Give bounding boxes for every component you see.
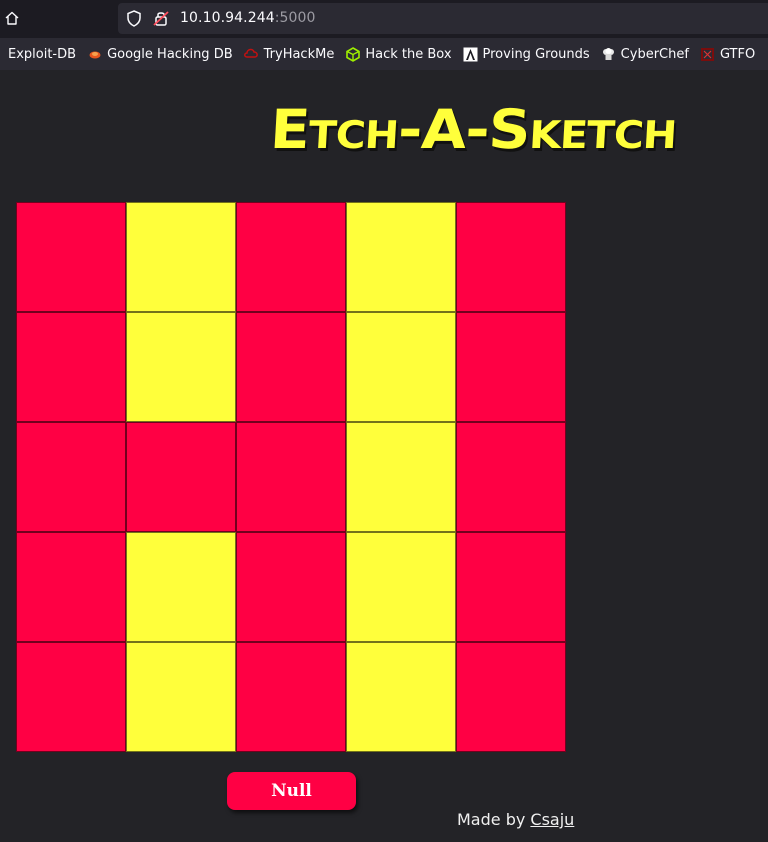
grid-cell[interactable] — [16, 532, 126, 642]
grid-cell[interactable] — [346, 532, 456, 642]
grid-cell[interactable] — [346, 642, 456, 752]
grid-cell[interactable] — [126, 532, 236, 642]
bookmark-proving-grounds[interactable]: Proving Grounds — [463, 38, 590, 70]
grid-cell[interactable] — [236, 202, 346, 312]
grid-cell[interactable] — [16, 422, 126, 532]
bookmark-label: Proving Grounds — [482, 46, 590, 62]
grid-cell[interactable] — [126, 422, 236, 532]
bookmark-label: Google Hacking DB — [107, 46, 233, 62]
tryhackme-icon — [243, 47, 259, 62]
bookmark-label: CyberChef — [620, 46, 689, 62]
grid-cell[interactable] — [456, 202, 566, 312]
bookmark-cyberchef[interactable]: CyberChef — [601, 38, 689, 70]
grid-cell[interactable] — [236, 642, 346, 752]
grid-cell[interactable] — [126, 642, 236, 752]
bookmark-hack-the-box[interactable]: Hack the Box — [345, 38, 452, 70]
url-text[interactable]: 10.10.94.244:5000 — [180, 3, 316, 34]
page-content: Etch-A-Sketch Null Made by Csaju — [0, 70, 768, 842]
grid-cell[interactable] — [456, 532, 566, 642]
bookmark-google-hacking-db[interactable]: Google Hacking DB — [87, 38, 233, 70]
grid-cell[interactable] — [346, 312, 456, 422]
page-title: Etch-A-Sketch — [268, 98, 679, 161]
home-icon — [5, 11, 19, 25]
tracking-protection-shield-icon[interactable] — [125, 9, 143, 28]
grid-cell[interactable] — [456, 312, 566, 422]
bookmark-label: GTFO — [719, 46, 756, 62]
cyberchef-icon — [601, 47, 616, 62]
author-link[interactable]: Csaju — [530, 810, 574, 829]
browser-toolbar: 10.10.94.244:5000 — [0, 0, 768, 38]
null-button[interactable]: Null — [227, 772, 356, 810]
grid-cell[interactable] — [16, 202, 126, 312]
address-bar[interactable]: 10.10.94.244:5000 — [118, 3, 768, 34]
ghdb-icon — [87, 47, 102, 62]
bookmark-label: Exploit-DB — [8, 46, 77, 62]
bookmark-tryhackme[interactable]: TryHackMe — [243, 38, 335, 70]
grid-cell[interactable] — [126, 202, 236, 312]
gtfobins-icon — [700, 47, 715, 62]
grid-cell[interactable] — [346, 422, 456, 532]
bookmark-label: Hack the Box — [365, 46, 452, 62]
hackthebox-icon — [345, 46, 360, 62]
grid-cell[interactable] — [126, 312, 236, 422]
insecure-lock-icon[interactable] — [152, 9, 170, 28]
grid-cell[interactable] — [236, 422, 346, 532]
url-host: 10.10.94.244 — [180, 10, 275, 26]
proving-grounds-icon — [463, 47, 478, 62]
grid-cell[interactable] — [16, 642, 126, 752]
bookmark-label: TryHackMe — [263, 46, 335, 62]
grid-cell[interactable] — [346, 202, 456, 312]
bookmarks-toolbar: Exploit-DB Google Hacking DB TryHackMe H… — [0, 38, 768, 70]
credit-footer: Made by Csaju — [457, 810, 574, 829]
bookmark-gtfobins[interactable]: GTFO — [700, 38, 755, 70]
grid-cell[interactable] — [456, 422, 566, 532]
grid-cell[interactable] — [456, 642, 566, 752]
sketch-grid[interactable] — [16, 202, 566, 752]
credit-prefix: Made by — [457, 810, 531, 829]
grid-cell[interactable] — [16, 312, 126, 422]
grid-cell[interactable] — [236, 312, 346, 422]
grid-cell[interactable] — [236, 532, 346, 642]
home-button[interactable] — [0, 4, 24, 32]
bookmark-exploit-db[interactable]: Exploit-DB — [8, 38, 76, 70]
url-port: :5000 — [274, 10, 316, 26]
